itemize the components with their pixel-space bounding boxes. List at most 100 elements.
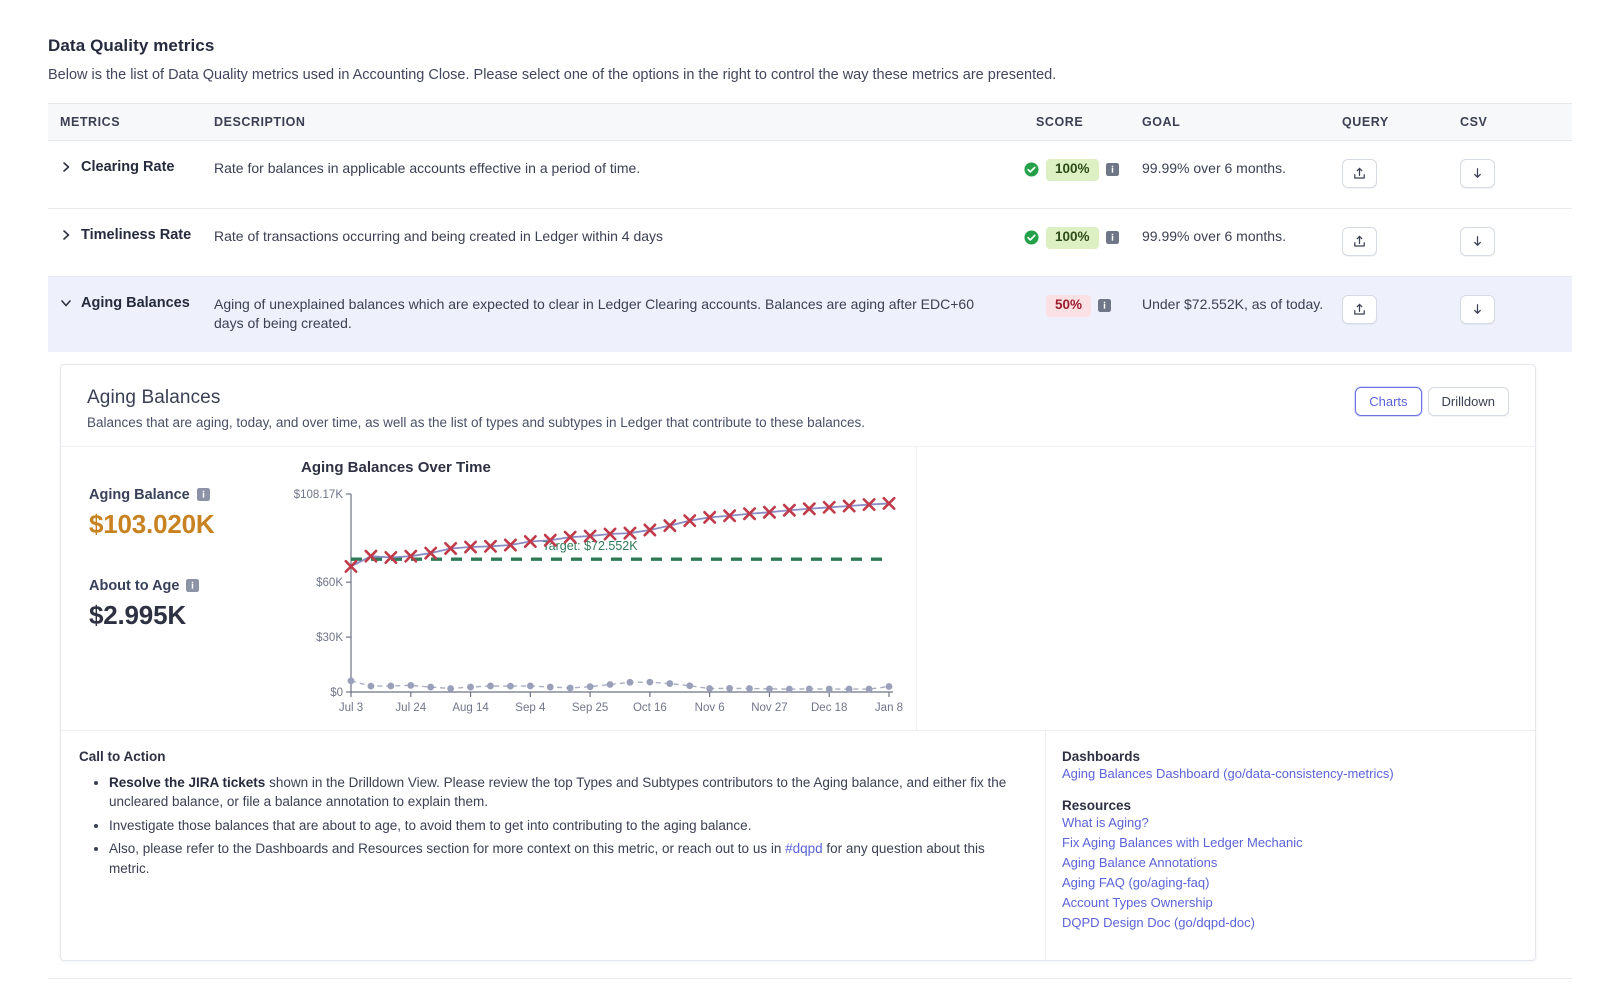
- description-text: Rate of transactions occurring and being…: [214, 227, 984, 246]
- svg-text:Sep 4: Sep 4: [515, 702, 546, 714]
- metric-name-label: Clearing Rate: [81, 159, 174, 175]
- col-header-metrics: METRICS: [48, 115, 214, 129]
- kpi-label-text: Aging Balance: [89, 487, 190, 503]
- csv-download-button[interactable]: [1460, 227, 1495, 256]
- metric-cell: Clearing Rate: [48, 159, 214, 175]
- view-toggle-group: Charts Drilldown: [1349, 387, 1509, 416]
- chart-title: Aging Balances Over Time: [301, 459, 1535, 476]
- list-item: Also, please refer to the Dashboards and…: [109, 839, 1019, 878]
- resource-link-3[interactable]: Aging FAQ (go/aging-faq): [1062, 873, 1509, 893]
- cta-text-2: Also, please refer to the Dashboards and…: [109, 841, 785, 856]
- description-text: Aging of unexplained balances which are …: [214, 295, 984, 334]
- dashboard-link-0[interactable]: Aging Balances Dashboard (go/data-consis…: [1062, 764, 1509, 784]
- svg-text:Nov 27: Nov 27: [751, 702, 787, 714]
- metric-name-label: Timeliness Rate: [81, 227, 191, 243]
- check-circle-icon: [1024, 230, 1039, 245]
- info-icon[interactable]: [197, 488, 210, 501]
- csv-download-button[interactable]: [1460, 295, 1495, 324]
- kpi-value: $2.995K: [89, 600, 289, 631]
- tab-charts[interactable]: Charts: [1355, 387, 1421, 416]
- query-export-button[interactable]: [1342, 227, 1377, 256]
- table-row[interactable]: Timeliness Rate Rate of transactions occ…: [48, 209, 1572, 277]
- chevron-right-icon[interactable]: [60, 161, 72, 173]
- info-icon[interactable]: [186, 579, 199, 592]
- detail-card-body: Aging Balance $103.020K About to Age: [61, 447, 1535, 731]
- svg-text:Target: $72.552K: Target: $72.552K: [542, 539, 638, 553]
- table-header-row: METRICS DESCRIPTION SCORE GOAL QUERY CSV: [48, 103, 1572, 141]
- table-row[interactable]: Aging Balances Aging of unexplained bala…: [48, 277, 1572, 352]
- description-cell: Rate for balances in applicable accounts…: [214, 159, 1024, 178]
- csv-download-button[interactable]: [1460, 159, 1495, 188]
- resource-link-5[interactable]: DQPD Design Doc (go/dqpd-doc): [1062, 913, 1509, 933]
- goal-cell: 99.99% over 6 months.: [1142, 227, 1342, 247]
- svg-text:Jul 3: Jul 3: [339, 702, 363, 714]
- goal-cell: 99.99% over 6 months.: [1142, 159, 1342, 179]
- resource-link-4[interactable]: Account Types Ownership: [1062, 893, 1509, 913]
- svg-text:Dec 18: Dec 18: [811, 702, 847, 714]
- metric-cell: Aging Balances: [48, 295, 214, 311]
- svg-text:Oct 16: Oct 16: [633, 702, 667, 714]
- cta-list: Resolve the JIRA tickets shown in the Dr…: [109, 773, 1019, 879]
- info-icon[interactable]: [1106, 231, 1119, 244]
- cta-title: Call to Action: [79, 749, 1019, 764]
- kpi-value: $103.020K: [89, 509, 289, 540]
- goal-text: 99.99% over 6 months.: [1142, 227, 1342, 247]
- query-cell: [1342, 295, 1460, 324]
- svg-text:Nov 6: Nov 6: [695, 702, 725, 714]
- list-item: Investigate those balances that are abou…: [109, 816, 1019, 836]
- kpi-aging-balance: Aging Balance $103.020K: [89, 487, 289, 540]
- query-cell: [1342, 227, 1460, 256]
- table-row[interactable]: Clearing Rate Rate for balances in appli…: [48, 141, 1572, 209]
- resource-link-0[interactable]: What is Aging?: [1062, 813, 1509, 833]
- score-cell: 100%: [1024, 227, 1142, 249]
- status-badge: 100%: [1046, 159, 1099, 181]
- detail-card-footer: Call to Action Resolve the JIRA tickets …: [61, 731, 1535, 960]
- detail-title: Aging Balances: [87, 387, 865, 409]
- list-item: Resolve the JIRA tickets shown in the Dr…: [109, 773, 1019, 812]
- description-cell: Rate of transactions occurring and being…: [214, 227, 1024, 246]
- description-text: Rate for balances in applicable accounts…: [214, 159, 984, 178]
- info-icon[interactable]: [1098, 299, 1111, 312]
- resource-link-2[interactable]: Aging Balance Annotations: [1062, 853, 1509, 873]
- kpi-panel: Aging Balance $103.020K About to Age: [61, 447, 289, 730]
- bottom-divider: [48, 978, 1572, 979]
- goal-cell: Under $72.552K, as of today.: [1142, 295, 1342, 315]
- aging-balances-line-chart[interactable]: $0$30K$60K$108.17KJul 3Jul 24Aug 14Sep 4…: [289, 480, 1529, 730]
- resource-link-1[interactable]: Fix Aging Balances with Ledger Mechanic: [1062, 833, 1509, 853]
- svg-text:$60K: $60K: [316, 577, 343, 589]
- csv-cell: [1460, 295, 1572, 324]
- resources-title: Resources: [1062, 798, 1509, 813]
- goal-text: Under $72.552K, as of today.: [1142, 295, 1342, 315]
- score-cell: 50%: [1024, 295, 1142, 317]
- detail-card: Aging Balances Balances that are aging, …: [60, 364, 1536, 961]
- csv-cell: [1460, 159, 1572, 188]
- chevron-down-icon[interactable]: [60, 297, 72, 309]
- cta-bold-0: Resolve the JIRA tickets: [109, 775, 265, 790]
- check-circle-icon: [1024, 162, 1039, 177]
- description-cell: Aging of unexplained balances which are …: [214, 295, 1024, 334]
- tab-drilldown[interactable]: Drilldown: [1428, 387, 1509, 416]
- score-cell: 100%: [1024, 159, 1142, 181]
- svg-text:$30K: $30K: [316, 632, 343, 644]
- col-header-goal: GOAL: [1142, 115, 1342, 129]
- page-root: Data Quality metrics Below is the list o…: [0, 36, 1620, 995]
- chevron-right-icon[interactable]: [60, 229, 72, 241]
- dqpd-channel-link[interactable]: #dqpd: [785, 841, 823, 856]
- metrics-table: METRICS DESCRIPTION SCORE GOAL QUERY CSV…: [48, 103, 1572, 352]
- svg-text:Jan 8: Jan 8: [875, 702, 903, 714]
- status-badge: 50%: [1046, 295, 1091, 317]
- metric-name-label: Aging Balances: [81, 295, 190, 311]
- svg-text:Jul 24: Jul 24: [395, 702, 426, 714]
- query-export-button[interactable]: [1342, 159, 1377, 188]
- col-header-score: SCORE: [1024, 115, 1142, 129]
- chart-divider: [916, 447, 917, 730]
- resources-group: Resources What is Aging? Fix Aging Balan…: [1062, 798, 1509, 934]
- detail-card-header: Aging Balances Balances that are aging, …: [61, 365, 1535, 447]
- info-icon[interactable]: [1106, 163, 1119, 176]
- query-export-button[interactable]: [1342, 295, 1377, 324]
- chart-panel: Aging Balances Over Time $0$30K$60K$108.…: [289, 447, 1535, 730]
- links-panel: Dashboards Aging Balances Dashboard (go/…: [1045, 731, 1535, 960]
- col-header-query: QUERY: [1342, 115, 1460, 129]
- col-header-description: DESCRIPTION: [214, 115, 1024, 129]
- col-header-csv: CSV: [1460, 115, 1572, 129]
